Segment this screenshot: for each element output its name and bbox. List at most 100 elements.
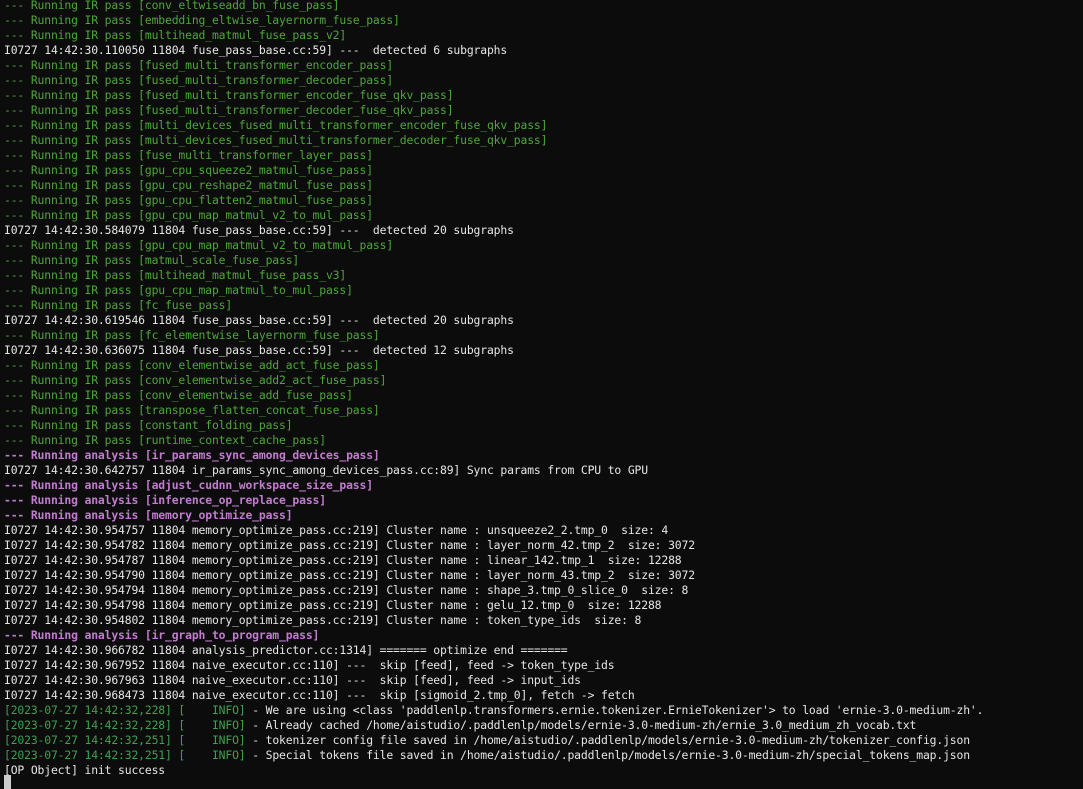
- terminal-line: --- Running IR pass [conv_elementwise_ad…: [4, 388, 983, 403]
- terminal-line: [OP Object] init success: [4, 763, 983, 778]
- line-text: I0727 14:42:30.584079 11804 fuse_pass_ba…: [4, 223, 514, 237]
- line-text: I0727 14:42:30.954757 11804 memory_optim…: [4, 523, 669, 537]
- terminal-line: --- Running IR pass [fused_multi_transfo…: [4, 58, 983, 73]
- terminal-line: --- Running IR pass [gpu_cpu_squeeze2_ma…: [4, 163, 983, 178]
- terminal-line: [2023-07-27 14:42:32,228] [ INFO] - We a…: [4, 703, 983, 718]
- terminal-line: --- Running IR pass [fused_multi_transfo…: [4, 73, 983, 88]
- line-text: I0727 14:42:30.642757 11804 ir_params_sy…: [4, 463, 648, 477]
- line-text: --- Running IR pass [conv_elementwise_ad…: [4, 358, 380, 372]
- line-text: --- Running IR pass [constant_folding_pa…: [4, 418, 293, 432]
- line-text: [OP Object] init success: [4, 763, 165, 777]
- line-text: --- Running IR pass [embedding_eltwise_l…: [4, 13, 400, 27]
- line-text: I0727 14:42:30.968473 11804 naive_execut…: [4, 688, 635, 702]
- terminal-output: --- Running IR pass [conv_eltwiseadd_bn_…: [4, 0, 983, 778]
- line-text: --- Running IR pass [fc_elementwise_laye…: [4, 328, 380, 342]
- line-text: --- Running IR pass [multi_devices_fused…: [4, 118, 548, 132]
- terminal-line: I0727 14:42:30.954802 11804 memory_optim…: [4, 613, 983, 628]
- terminal-line: I0727 14:42:30.954757 11804 memory_optim…: [4, 523, 983, 538]
- terminal-line: --- Running IR pass [constant_folding_pa…: [4, 418, 983, 433]
- line-text: --- Running IR pass [multi_devices_fused…: [4, 133, 548, 147]
- terminal-line: --- Running IR pass [gpu_cpu_map_matmul_…: [4, 208, 983, 223]
- line-text: --- Running IR pass [matmul_scale_fuse_p…: [4, 253, 300, 267]
- line-text: --- Running IR pass [conv_elementwise_ad…: [4, 373, 387, 387]
- line-text: --- Running IR pass [fused_multi_transfo…: [4, 103, 454, 117]
- terminal-line: [2023-07-27 14:42:32,251] [ INFO] - toke…: [4, 733, 983, 748]
- terminal-line: I0727 14:42:30.967963 11804 naive_execut…: [4, 673, 983, 688]
- terminal-line: --- Running IR pass [fused_multi_transfo…: [4, 103, 983, 118]
- line-text: --- Running IR pass [gpu_cpu_map_matmul_…: [4, 208, 373, 222]
- terminal-line: --- Running IR pass [fused_multi_transfo…: [4, 88, 983, 103]
- line-text: I0727 14:42:30.954782 11804 memory_optim…: [4, 538, 695, 552]
- terminal-line: [2023-07-27 14:42:32,228] [ INFO] - Alre…: [4, 718, 983, 733]
- terminal-line: --- Running analysis [ir_params_sync_amo…: [4, 448, 983, 463]
- terminal-line: I0727 14:42:30.619546 11804 fuse_pass_ba…: [4, 313, 983, 328]
- line-text: I0727 14:42:30.619546 11804 fuse_pass_ba…: [4, 313, 514, 327]
- log-message: - We are using <class 'paddlenlp.transfo…: [245, 703, 984, 717]
- terminal-line: --- Running IR pass [multi_devices_fused…: [4, 118, 983, 133]
- log-prefix: [2023-07-27 14:42:32,228] [ INFO]: [4, 703, 246, 717]
- line-text: --- Running IR pass [multihead_matmul_fu…: [4, 268, 347, 282]
- line-text: --- Running IR pass [gpu_cpu_map_matmul_…: [4, 283, 353, 297]
- terminal-line: --- Running IR pass [transpose_flatten_c…: [4, 403, 983, 418]
- terminal-line: I0727 14:42:30.636075 11804 fuse_pass_ba…: [4, 343, 983, 358]
- terminal-line: --- Running IR pass [conv_elementwise_ad…: [4, 373, 983, 388]
- terminal-line: I0727 14:42:30.954782 11804 memory_optim…: [4, 538, 983, 553]
- line-text: --- Running IR pass [gpu_cpu_reshape2_ma…: [4, 178, 373, 192]
- terminal-line: I0727 14:42:30.584079 11804 fuse_pass_ba…: [4, 223, 983, 238]
- text-cursor: [4, 775, 11, 789]
- line-text: I0727 14:42:30.954798 11804 memory_optim…: [4, 598, 662, 612]
- line-text: --- Running IR pass [gpu_cpu_flatten2_ma…: [4, 193, 373, 207]
- log-prefix: [2023-07-27 14:42:32,251] [ INFO]: [4, 748, 246, 762]
- line-text: --- Running IR pass [fuse_multi_transfor…: [4, 148, 373, 162]
- line-text: --- Running IR pass [fused_multi_transfo…: [4, 73, 394, 87]
- log-message: - tokenizer config file saved in /home/a…: [245, 733, 970, 747]
- line-text: --- Running analysis [memory_optimize_pa…: [4, 508, 293, 522]
- log-message: - Special tokens file saved in /home/ais…: [245, 748, 970, 762]
- terminal-line: I0727 14:42:30.968473 11804 naive_execut…: [4, 688, 983, 703]
- terminal-line: --- Running IR pass [gpu_cpu_flatten2_ma…: [4, 193, 983, 208]
- line-text: I0727 14:42:30.954790 11804 memory_optim…: [4, 568, 695, 582]
- terminal-line: --- Running IR pass [conv_eltwiseadd_bn_…: [4, 0, 983, 13]
- terminal-line: --- Running IR pass [conv_elementwise_ad…: [4, 358, 983, 373]
- line-text: --- Running IR pass [fc_fuse_pass]: [4, 298, 233, 312]
- line-text: --- Running IR pass [fused_multi_transfo…: [4, 88, 454, 102]
- terminal-line: --- Running IR pass [multihead_matmul_fu…: [4, 268, 983, 283]
- terminal-line: --- Running IR pass [gpu_cpu_map_matmul_…: [4, 238, 983, 253]
- line-text: I0727 14:42:30.954802 11804 memory_optim…: [4, 613, 642, 627]
- terminal-line: I0727 14:42:30.966782 11804 analysis_pre…: [4, 643, 983, 658]
- terminal-line: --- Running IR pass [fuse_multi_transfor…: [4, 148, 983, 163]
- terminal-line: --- Running IR pass [runtime_context_cac…: [4, 433, 983, 448]
- terminal-line: I0727 14:42:30.954794 11804 memory_optim…: [4, 583, 983, 598]
- line-text: I0727 14:42:30.967952 11804 naive_execut…: [4, 658, 615, 672]
- line-text: --- Running IR pass [runtime_context_cac…: [4, 433, 326, 447]
- terminal-line: [2023-07-27 14:42:32,251] [ INFO] - Spec…: [4, 748, 983, 763]
- line-text: --- Running IR pass [gpu_cpu_map_matmul_…: [4, 238, 394, 252]
- line-text: I0727 14:42:30.966782 11804 analysis_pre…: [4, 643, 568, 657]
- log-prefix: [2023-07-27 14:42:32,228] [ INFO]: [4, 718, 246, 732]
- line-text: --- Running IR pass [conv_eltwiseadd_bn_…: [4, 0, 340, 12]
- terminal-line: --- Running IR pass [matmul_scale_fuse_p…: [4, 253, 983, 268]
- terminal-line: --- Running IR pass [fc_fuse_pass]: [4, 298, 983, 313]
- line-text: I0727 14:42:30.636075 11804 fuse_pass_ba…: [4, 343, 514, 357]
- line-text: --- Running IR pass [transpose_flatten_c…: [4, 403, 380, 417]
- log-prefix: [2023-07-27 14:42:32,251] [ INFO]: [4, 733, 246, 747]
- line-text: --- Running IR pass [gpu_cpu_squeeze2_ma…: [4, 163, 373, 177]
- terminal-line: --- Running IR pass [fc_elementwise_laye…: [4, 328, 983, 343]
- line-text: --- Running IR pass [conv_elementwise_ad…: [4, 388, 353, 402]
- line-text: I0727 14:42:30.954794 11804 memory_optim…: [4, 583, 689, 597]
- line-text: --- Running analysis [ir_params_sync_amo…: [4, 448, 380, 462]
- terminal-line: --- Running IR pass [gpu_cpu_map_matmul_…: [4, 283, 983, 298]
- terminal-line: I0727 14:42:30.954798 11804 memory_optim…: [4, 598, 983, 613]
- terminal-line: --- Running analysis [adjust_cudnn_works…: [4, 478, 983, 493]
- terminal-line: I0727 14:42:30.642757 11804 ir_params_sy…: [4, 463, 983, 478]
- terminal-line: --- Running IR pass [embedding_eltwise_l…: [4, 13, 983, 28]
- terminal-line: I0727 14:42:30.110050 11804 fuse_pass_ba…: [4, 43, 983, 58]
- terminal-line: --- Running IR pass [multi_devices_fused…: [4, 133, 983, 148]
- line-text: --- Running IR pass [multihead_matmul_fu…: [4, 28, 347, 42]
- line-text: --- Running analysis [adjust_cudnn_works…: [4, 478, 373, 492]
- terminal-line: --- Running analysis [inference_op_repla…: [4, 493, 983, 508]
- terminal-window[interactable]: --- Running IR pass [conv_eltwiseadd_bn_…: [0, 0, 1083, 789]
- line-text: I0727 14:42:30.110050 11804 fuse_pass_ba…: [4, 43, 508, 57]
- terminal-line: --- Running analysis [memory_optimize_pa…: [4, 508, 983, 523]
- terminal-line: --- Running IR pass [multihead_matmul_fu…: [4, 28, 983, 43]
